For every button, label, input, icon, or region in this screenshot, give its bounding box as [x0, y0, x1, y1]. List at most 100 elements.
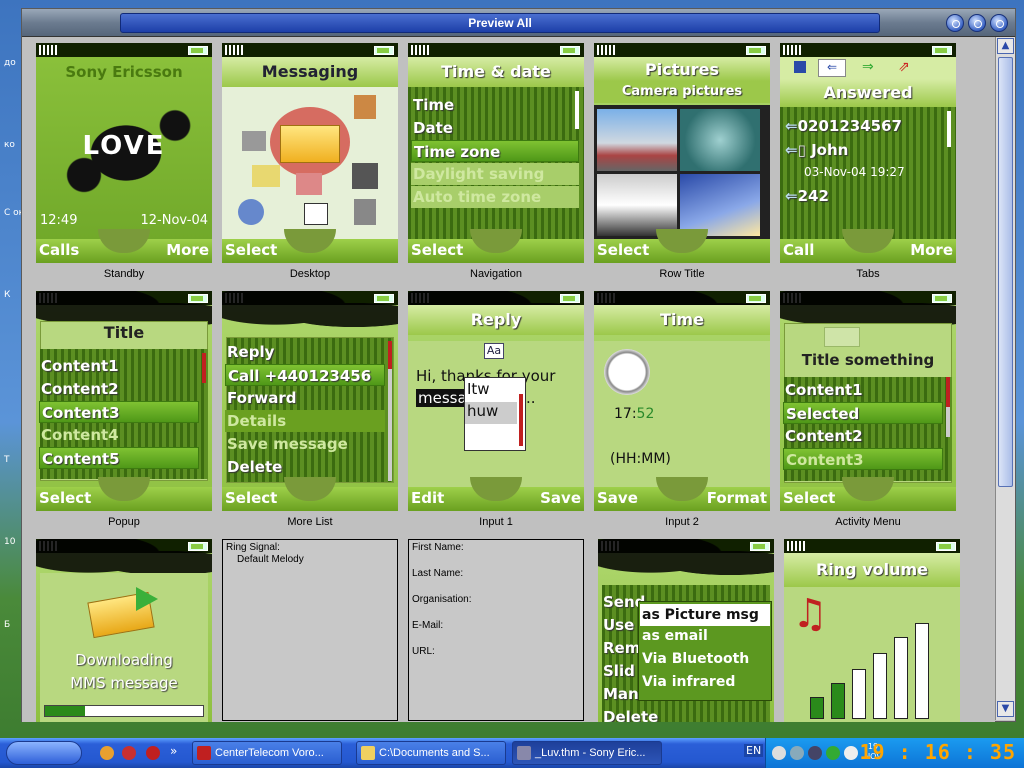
list-item[interactable]: Delete — [601, 706, 761, 722]
desktop-icon[interactable]: ко — [4, 140, 15, 150]
photo-thumbnail[interactable] — [597, 109, 677, 171]
input1-screen[interactable]: Reply Aa Hi, thanks for your messa .. It… — [408, 291, 584, 511]
tab-missed-icon[interactable]: ⇗ — [898, 59, 910, 75]
list-item[interactable]: Details — [225, 410, 385, 432]
softkey-left[interactable]: Calls — [39, 241, 79, 259]
time-value[interactable]: 17:52 — [614, 406, 654, 422]
ring-volume-screen[interactable]: Ring volume ♫ — [784, 539, 960, 722]
taskbar-item-active[interactable]: _Luv.thm - Sony Eric... — [512, 741, 662, 765]
list-item[interactable]: Auto time zone — [411, 186, 579, 208]
list-item[interactable]: Daylight saving — [411, 163, 579, 185]
quicklaunch-icon[interactable] — [146, 746, 160, 760]
suggestion-item[interactable]: Itw — [467, 380, 490, 398]
quicklaunch-icon[interactable] — [122, 746, 136, 760]
popup-screen[interactable]: Title Content1 Content2 Content3 Content… — [36, 291, 212, 511]
downloading-screen[interactable]: Downloading MMS message — [36, 539, 212, 722]
more-list-screen[interactable]: Reply Call +440123456 Forward Details Sa… — [222, 291, 398, 511]
desktop-icon[interactable]: К — [4, 290, 10, 300]
call-name: John — [811, 141, 849, 159]
close-button[interactable] — [990, 14, 1008, 32]
submenu-item[interactable]: Via Bluetooth — [642, 651, 749, 667]
minimize-button[interactable] — [946, 14, 964, 32]
maximize-button[interactable] — [968, 14, 986, 32]
list-item-selected[interactable]: Time zone — [411, 140, 579, 162]
softkey-right[interactable]: Format — [707, 489, 767, 507]
scroll-up-button[interactable]: ▲ — [997, 38, 1014, 54]
quicklaunch-icon[interactable] — [100, 746, 114, 760]
desktop-icon[interactable]: Б — [4, 620, 10, 630]
activity-menu-screen[interactable]: Title something Content1 Selected Conten… — [780, 291, 956, 511]
navigation-screen[interactable]: Time & date Time Date Time zone Daylight… — [408, 43, 584, 263]
softkey-right[interactable]: More — [910, 241, 953, 259]
softkey-left[interactable]: Select — [783, 489, 835, 507]
call-entry[interactable]: ⇐242 — [783, 185, 943, 207]
vertical-scrollbar[interactable]: ▲ ▼ — [995, 37, 1015, 720]
tab-answered-icon[interactable]: ⇐ — [818, 59, 846, 77]
softkey-left[interactable]: Select — [39, 489, 91, 507]
submenu-item-selected[interactable]: as Picture msg — [640, 604, 770, 626]
title-bar[interactable]: Preview All — [22, 9, 1015, 37]
list-item[interactable]: Content2 — [783, 425, 943, 447]
submenu-item[interactable]: Via infrared — [642, 674, 735, 690]
list-item[interactable]: Delete — [225, 456, 385, 478]
photo-thumbnail[interactable] — [597, 174, 677, 236]
desktop-icon[interactable]: до — [4, 58, 16, 68]
softkey-bar: Select — [594, 229, 770, 263]
taskbar-item[interactable]: C:\Documents and S... — [356, 741, 506, 765]
list-item[interactable]: Content2 — [39, 378, 199, 400]
list-item-selected[interactable]: Call +440123456 — [225, 364, 385, 386]
tab-dialled-icon[interactable]: ⇒ — [862, 59, 874, 75]
menu-tab[interactable] — [824, 327, 860, 347]
softkey-left[interactable]: Save — [597, 489, 638, 507]
call-entry[interactable]: ⇐▯ John — [783, 139, 943, 161]
tray-icon[interactable] — [826, 746, 840, 760]
tab-all-calls-icon[interactable] — [794, 61, 806, 73]
softkey-right[interactable]: Save — [540, 489, 581, 507]
tray-icon[interactable] — [844, 746, 858, 760]
scrollbar-thumb[interactable] — [998, 57, 1013, 487]
language-indicator[interactable]: EN — [744, 744, 764, 757]
call-entry[interactable]: ⇐0201234567 — [783, 115, 943, 137]
submenu-item[interactable]: as email — [642, 628, 708, 644]
clock[interactable]: 19 : 16 : 35 — [860, 740, 1017, 764]
photo-thumbnail[interactable] — [680, 174, 760, 236]
list-item[interactable]: Content4 — [39, 424, 199, 446]
desktop-icon[interactable]: Т — [4, 455, 10, 465]
chevron-right-icon[interactable]: » — [170, 744, 177, 758]
send-menu-screen[interactable]: Send Use Rem Slid Man Delete as Picture … — [598, 539, 774, 722]
tray-icon[interactable] — [790, 746, 804, 760]
softkey-left[interactable]: Select — [411, 241, 463, 259]
list-item[interactable]: Content5 — [39, 447, 199, 469]
softkey-left[interactable]: Select — [225, 489, 277, 507]
input2-screen[interactable]: Time 17:52 (HH:MM) Save Format — [594, 291, 770, 511]
standby-screen[interactable]: Sony Ericsson LOVE 12:49 12-Nov-04 Calls… — [36, 43, 212, 263]
scroll-down-button[interactable]: ▼ — [997, 701, 1014, 717]
tray-icon[interactable] — [808, 746, 822, 760]
tabs-screen[interactable]: ⇐ ⇒ ⇗ Answered ⇐0201234567 ⇐▯ John 03-No… — [780, 43, 956, 263]
list-item-selected[interactable]: Content3 — [39, 401, 199, 423]
pictures-screen[interactable]: Pictures Camera pictures Select — [594, 43, 770, 263]
phone-icon: ▯ — [797, 141, 806, 159]
softkey-right[interactable]: More — [166, 241, 209, 259]
softkey-left[interactable]: Call — [783, 241, 814, 259]
list-item[interactable]: Save message — [225, 433, 385, 455]
list-item[interactable]: Reply — [225, 341, 385, 363]
photo-thumbnail[interactable] — [680, 109, 760, 171]
suggestion-item-selected[interactable]: huw — [465, 402, 517, 424]
softkey-left[interactable]: Select — [225, 241, 277, 259]
taskbar-item[interactable]: CenterTelecom Voro... — [192, 741, 342, 765]
list-item[interactable]: Time — [411, 94, 571, 116]
list-item[interactable]: Forward — [225, 387, 385, 409]
desktop-icon[interactable]: 10 — [4, 537, 15, 547]
desktop-screen[interactable]: Messaging Select — [222, 43, 398, 263]
list-item[interactable]: Content1 — [39, 355, 199, 377]
softkey-left[interactable]: Edit — [411, 489, 444, 507]
list-item[interactable]: Content1 — [783, 379, 943, 401]
folder-icon — [361, 746, 375, 760]
tray-icon[interactable] — [772, 746, 786, 760]
start-button[interactable] — [6, 741, 82, 765]
softkey-left[interactable]: Select — [597, 241, 649, 259]
list-item[interactable]: Content3 — [783, 448, 943, 470]
list-item-selected[interactable]: Selected — [783, 402, 943, 424]
list-item[interactable]: Date — [411, 117, 571, 139]
